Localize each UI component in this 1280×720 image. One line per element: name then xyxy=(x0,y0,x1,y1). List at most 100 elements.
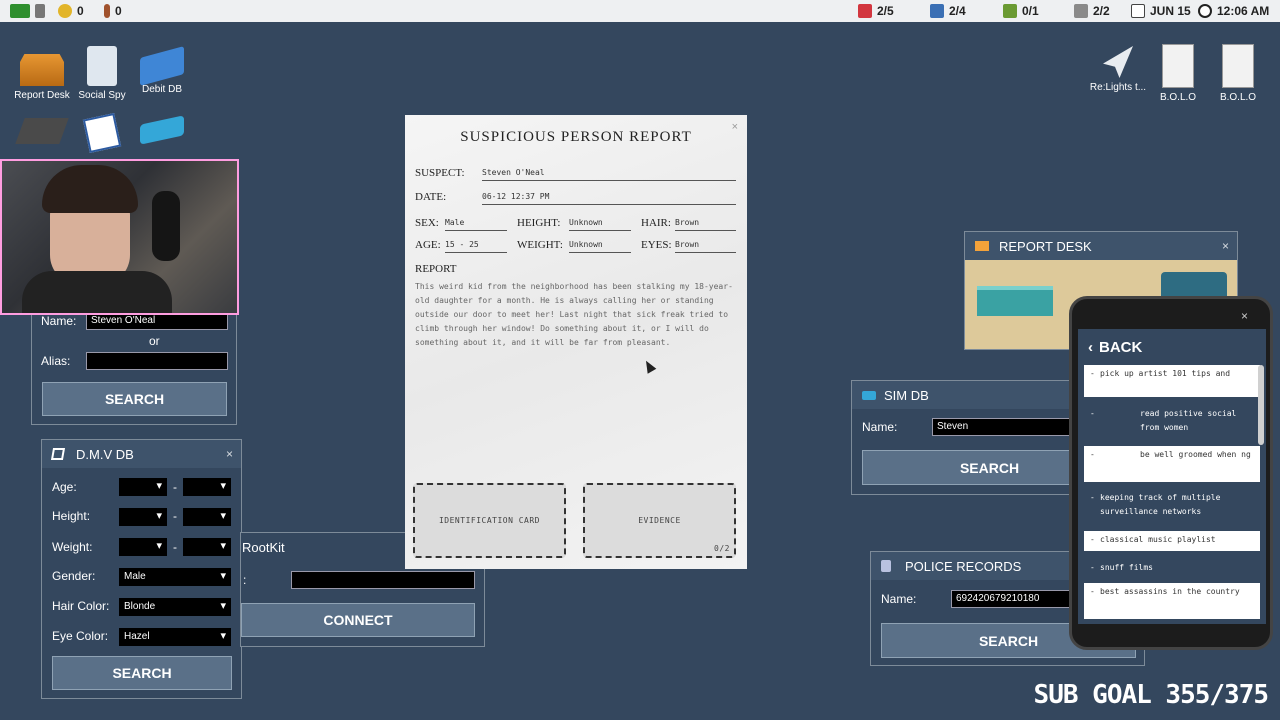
id-card-icon xyxy=(82,113,122,153)
desktop-icon-sim[interactable] xyxy=(126,115,198,145)
height-max-select[interactable] xyxy=(183,508,231,526)
rootkit-field-label: : xyxy=(243,573,247,587)
date-value: 06-12 12:37 PM xyxy=(482,192,736,205)
folder-icon xyxy=(1003,4,1017,18)
envelope-icon xyxy=(1103,46,1133,78)
eyes-label: EYES: xyxy=(641,239,672,251)
age-dash: - xyxy=(173,480,177,494)
reports-counter[interactable]: 2/5 xyxy=(858,3,894,19)
desk-icon xyxy=(20,54,64,86)
monitor-icon xyxy=(10,4,30,18)
suspect-value: Steven O'Neal xyxy=(482,168,736,181)
gender-select[interactable]: Male xyxy=(119,568,231,586)
sub-goal-overlay: SUB GOAL 355/375 xyxy=(1033,680,1269,710)
sim-name-label: Name: xyxy=(862,420,898,434)
sex-label: SEX: xyxy=(415,217,439,229)
microphone xyxy=(152,191,180,261)
weight-max-select[interactable] xyxy=(183,538,231,556)
badge-icon xyxy=(881,560,891,572)
weight-label: WEIGHT: xyxy=(517,239,563,251)
close-icon[interactable]: × xyxy=(732,121,738,133)
report-desk-title-bar[interactable]: REPORT DESK xyxy=(965,232,1237,260)
shield-icon xyxy=(858,4,872,18)
clipboard-counter[interactable]: 2/2 xyxy=(1074,3,1110,19)
desktop-icon-debit-db[interactable]: Debit DB xyxy=(126,46,198,95)
height-min-select[interactable] xyxy=(119,508,167,526)
age-min-select[interactable] xyxy=(119,478,167,496)
battery-icon xyxy=(35,4,45,18)
list-item[interactable]: snuff films xyxy=(1084,559,1260,579)
alias-label: Alias: xyxy=(41,354,71,368)
hair-value: Brown xyxy=(675,218,736,231)
hair-color-select[interactable]: Blonde xyxy=(119,598,231,616)
age-value: 15 - 25 xyxy=(445,240,507,253)
list-item[interactable]: keeping track of multiple surveillance n… xyxy=(1084,489,1260,525)
list-item[interactable]: read positive social from women xyxy=(1084,405,1260,441)
keys-counter: 0 xyxy=(104,3,122,19)
chevron-left-icon: ‹ xyxy=(1088,339,1093,356)
streamer-body xyxy=(22,271,172,313)
clipboard-icon xyxy=(1074,4,1088,18)
height-label: Height: xyxy=(52,509,91,523)
wanted-poster-icon xyxy=(1222,44,1254,88)
list-item[interactable]: best assassins in the country xyxy=(1084,583,1260,619)
police-name-label: Name: xyxy=(881,592,917,606)
eye-color-select[interactable]: Hazel xyxy=(119,628,231,646)
list-item[interactable]: pick up artist 101 tips and xyxy=(1084,365,1260,397)
book-icon xyxy=(930,4,944,18)
list-item[interactable]: classical music playlist xyxy=(1084,531,1260,551)
streamer-hair xyxy=(42,165,138,213)
phone-screen: ‹BACK pick up artist 101 tips and read p… xyxy=(1078,329,1266,624)
computer-status[interactable] xyxy=(10,3,45,19)
gender-label: Gender: xyxy=(52,569,96,583)
suspect-label: SUSPECT: xyxy=(415,167,465,179)
or-label: or xyxy=(149,334,160,348)
weight-dash: - xyxy=(173,540,177,554)
age-label: AGE: xyxy=(415,239,441,251)
list-item[interactable]: be well groomed when ng xyxy=(1084,446,1260,482)
weight-min-select[interactable] xyxy=(119,538,167,556)
evidence-slot-label: EVIDENCE xyxy=(638,516,681,525)
report-section-label: REPORT xyxy=(415,263,457,275)
identification-card-slot[interactable]: IDENTIFICATION CARD xyxy=(413,483,566,558)
evidence-count: 0/2 xyxy=(714,544,730,553)
desktop-icon-bolo-2[interactable]: B.O.L.O xyxy=(1202,44,1274,103)
age-max-select[interactable] xyxy=(183,478,231,496)
alias-input[interactable] xyxy=(86,352,228,370)
key-icon xyxy=(104,4,110,18)
wanted-poster-icon xyxy=(1162,44,1194,88)
evidence-slot[interactable]: EVIDENCE 0/2 xyxy=(583,483,736,558)
evidence-counter[interactable]: 0/1 xyxy=(1003,3,1039,19)
calendar-icon xyxy=(1131,4,1145,18)
cpu-chip-icon xyxy=(15,118,69,144)
hair-label: HAIR: xyxy=(641,217,671,229)
time-display: 12:06 AM xyxy=(1198,3,1269,19)
height-dash: - xyxy=(173,509,177,523)
back-button[interactable]: ‹ BACK xyxy=(1088,339,1142,356)
height-label: HEIGHT: xyxy=(517,217,561,229)
eye-color-label: Eye Color: xyxy=(52,629,109,643)
phone-scrollbar[interactable] xyxy=(1258,365,1264,445)
eyes-value: Brown xyxy=(675,240,736,253)
close-icon[interactable]: × xyxy=(1222,239,1229,253)
sex-value: Male xyxy=(445,218,507,231)
report-title: SUSPICIOUS PERSON REPORT xyxy=(460,129,692,145)
dmv-search-button[interactable]: SEARCH xyxy=(52,656,232,690)
tasks-counter[interactable]: 2/4 xyxy=(930,3,966,19)
sim-card-icon xyxy=(862,390,876,400)
close-icon[interactable]: × xyxy=(226,447,233,461)
id-card-icon xyxy=(50,448,66,460)
dmv-title-bar[interactable]: D.M.V DB xyxy=(42,440,241,468)
social-spy-window: Name: Steven O'Neal or Alias: SEARCH xyxy=(31,300,237,425)
coins-counter: 0 xyxy=(58,3,84,19)
height-value: Unknown xyxy=(569,218,631,231)
search-button[interactable]: SEARCH xyxy=(42,382,227,416)
hair-color-label: Hair Color: xyxy=(52,599,110,613)
connect-button[interactable]: CONNECT xyxy=(241,603,475,637)
card-icon xyxy=(140,46,184,86)
close-icon[interactable]: × xyxy=(1241,309,1248,323)
report-tray[interactable] xyxy=(977,286,1053,316)
rootkit-input[interactable] xyxy=(291,571,475,589)
report-text: This weird kid from the neighborhood has… xyxy=(415,282,733,347)
weight-value: Unknown xyxy=(569,240,631,253)
